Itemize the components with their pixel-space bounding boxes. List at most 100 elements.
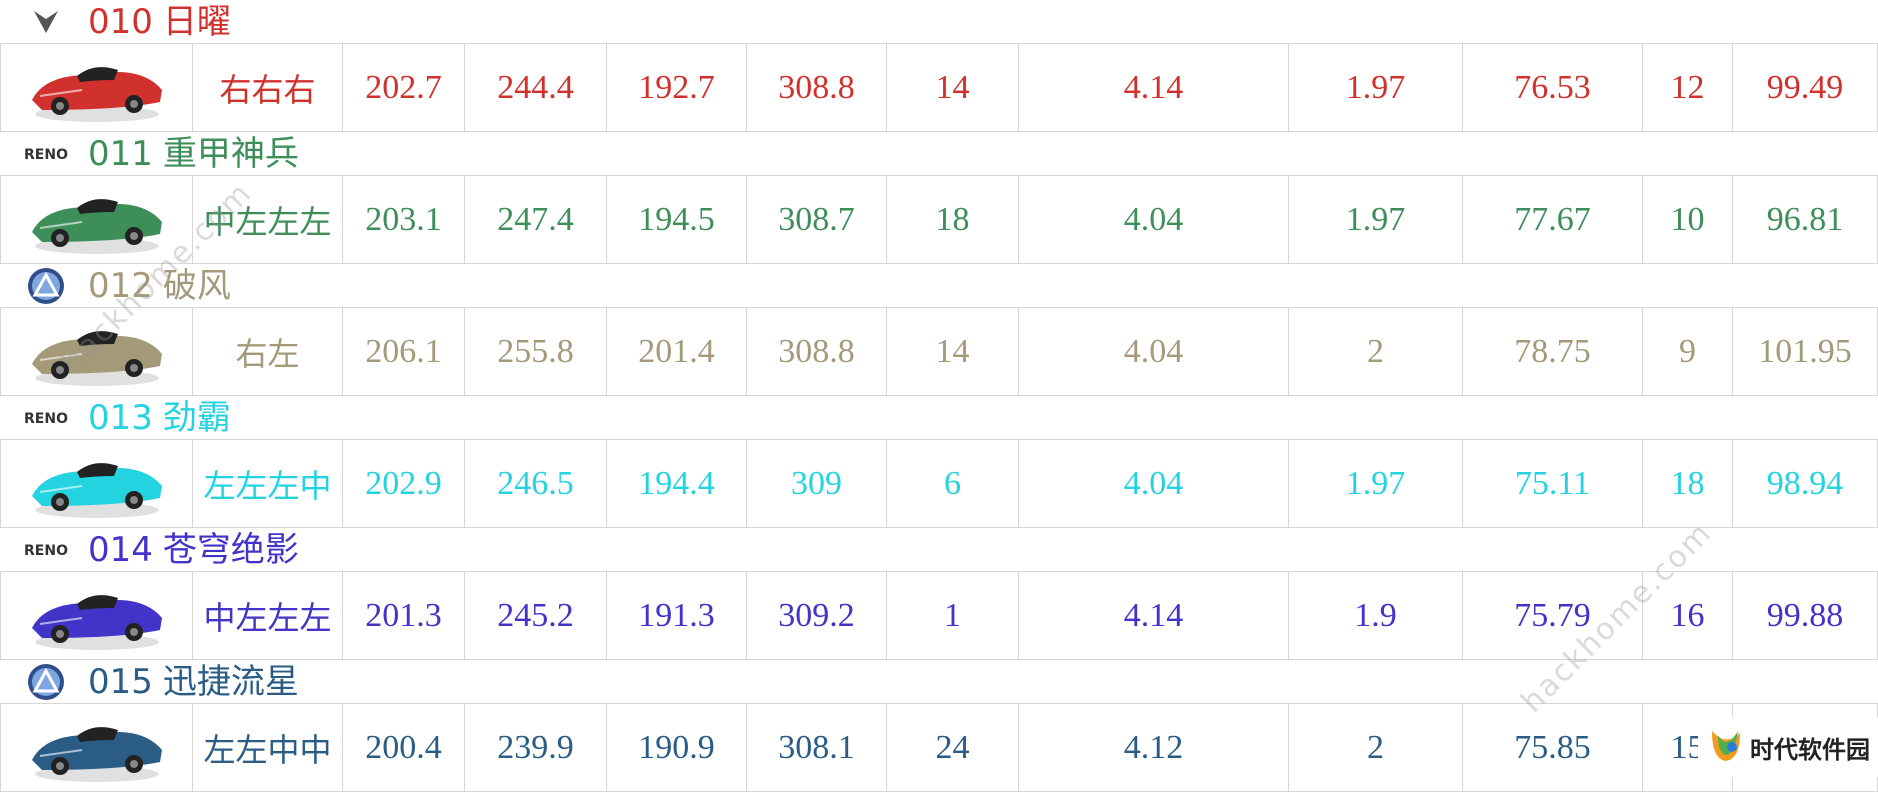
car-header: RENO 013 劲霸: [0, 396, 1878, 440]
stat-value: 99.88: [1732, 572, 1878, 659]
stat-value: 192.7: [606, 44, 746, 131]
stat-value: 244.4: [464, 44, 606, 131]
stat-value: 203.1: [342, 176, 464, 263]
stat-value: 309: [746, 440, 886, 527]
table-row: 左左左中 202.9 246.5 194.4 309 6 4.04 1.97 75.11 18 98…: [0, 440, 1878, 528]
stat-value: 98.94: [1732, 440, 1878, 527]
table-row: 左左中中 200.4 239.9 190.9 308.1 24 4.12 2 75.85 15: [0, 704, 1878, 792]
stat-value: 1: [886, 572, 1018, 659]
stat-value: 4.04: [1018, 440, 1288, 527]
stat-value: 77.67: [1462, 176, 1642, 263]
stat-value: 206.1: [342, 308, 464, 395]
car-name: 迅捷流星: [162, 661, 299, 702]
car-header: RENO 011 重甲神兵: [0, 132, 1878, 176]
black-cyan-race-car-icon: [0, 440, 192, 527]
stat-value: 201.4: [606, 308, 746, 395]
drift-direction: 中左左左: [192, 572, 342, 659]
svg-text:RENO: RENO: [24, 543, 68, 559]
stat-value: 10: [1642, 176, 1732, 263]
stat-value: 1.97: [1288, 176, 1462, 263]
stat-value: 200.4: [342, 704, 464, 791]
stat-value: 75.11: [1462, 440, 1642, 527]
stat-value: 76.53: [1462, 44, 1642, 131]
stat-value: 255.8: [464, 308, 606, 395]
stat-value: 308.7: [746, 176, 886, 263]
stat-value: 245.2: [464, 572, 606, 659]
car-code: 011: [88, 133, 153, 174]
car-name: 破风: [162, 265, 231, 306]
stat-value: 18: [886, 176, 1018, 263]
car-code: 010: [88, 1, 153, 42]
stat-value: 246.5: [464, 440, 606, 527]
stat-value: 75.79: [1462, 572, 1642, 659]
site-logo: 时代软件园: [1698, 717, 1878, 777]
car-header: 010 日曜: [0, 0, 1878, 44]
stat-value: 4.14: [1018, 572, 1288, 659]
car-code: 012: [88, 265, 153, 306]
svg-text:RENO: RENO: [24, 147, 68, 163]
svg-text:RENO: RENO: [24, 411, 68, 427]
brand-badge-icon: RENO: [8, 134, 84, 174]
drift-direction: 左左左中: [192, 440, 342, 527]
red-race-car-icon: [0, 44, 192, 131]
blue-race-car-icon: [0, 572, 192, 659]
stat-value: 18: [1642, 440, 1732, 527]
car-header: RENO 014 苍穹绝影: [0, 528, 1878, 572]
stat-value: 191.3: [606, 572, 746, 659]
stat-value: 99.49: [1732, 44, 1878, 131]
stat-value: 201.3: [342, 572, 464, 659]
stat-value: 1.97: [1288, 44, 1462, 131]
stat-value: 14: [886, 308, 1018, 395]
drift-direction: 右右右: [192, 44, 342, 131]
stat-value: 6: [886, 440, 1018, 527]
stat-value: 75.85: [1462, 704, 1642, 791]
white-blue-race-car-icon: [0, 704, 192, 791]
stat-value: 4.04: [1018, 308, 1288, 395]
brand-badge-icon: RENO: [8, 398, 84, 438]
yellow-race-car-icon: [0, 308, 192, 395]
car-header: 012 破风: [0, 264, 1878, 308]
car-stats-table: 010 日曜 右右右 202.7 244.4 192.7 308.8 14 4.14 1.97 76…: [0, 0, 1878, 792]
logo-text: 时代软件园: [1750, 735, 1870, 764]
stat-value: 12: [1642, 44, 1732, 131]
stat-value: 239.9: [464, 704, 606, 791]
car-header: 015 迅捷流星: [0, 660, 1878, 704]
car-name: 劲霸: [162, 397, 231, 438]
stat-value: 16: [1642, 572, 1732, 659]
stat-value: 308.8: [746, 44, 886, 131]
car-code: 015: [88, 661, 153, 702]
stat-value: 24: [886, 704, 1018, 791]
drift-direction: 左左中中: [192, 704, 342, 791]
car-name: 日曜: [162, 1, 231, 42]
stat-value: 101.95: [1732, 308, 1878, 395]
stat-value: 2: [1288, 308, 1462, 395]
stat-value: 202.9: [342, 440, 464, 527]
stat-value: 14: [886, 44, 1018, 131]
car-code: 014: [88, 529, 153, 570]
brand-badge-icon: RENO: [8, 530, 84, 570]
stat-value: 1.9: [1288, 572, 1462, 659]
car-code: 013: [88, 397, 153, 438]
stat-value: 190.9: [606, 704, 746, 791]
stat-value: 96.81: [1732, 176, 1878, 263]
stat-value: 247.4: [464, 176, 606, 263]
brand-badge-icon: [8, 662, 84, 702]
table-row: 中左左左 201.3 245.2 191.3 309.2 1 4.14 1.9 75.79 16 9…: [0, 572, 1878, 660]
drift-direction: 中左左左: [192, 176, 342, 263]
stat-value: 1.97: [1288, 440, 1462, 527]
stat-value: 194.5: [606, 176, 746, 263]
table-row: 右右右 202.7 244.4 192.7 308.8 14 4.14 1.97 76.53 12…: [0, 44, 1878, 132]
table-row: 右左 206.1 255.8 201.4 308.8 14 4.04 2 78.75 9 101.9…: [0, 308, 1878, 396]
stat-value: 194.4: [606, 440, 746, 527]
car-name: 苍穹绝影: [162, 529, 299, 570]
car-name: 重甲神兵: [162, 133, 299, 174]
stat-value: 4.12: [1018, 704, 1288, 791]
green-race-car-icon: [0, 176, 192, 263]
stat-value: 2: [1288, 704, 1462, 791]
stat-value: 202.7: [342, 44, 464, 131]
stat-value: 309.2: [746, 572, 886, 659]
drift-direction: 右左: [192, 308, 342, 395]
stat-value: 4.04: [1018, 176, 1288, 263]
brand-badge-icon: [8, 266, 84, 306]
stat-value: 9: [1642, 308, 1732, 395]
